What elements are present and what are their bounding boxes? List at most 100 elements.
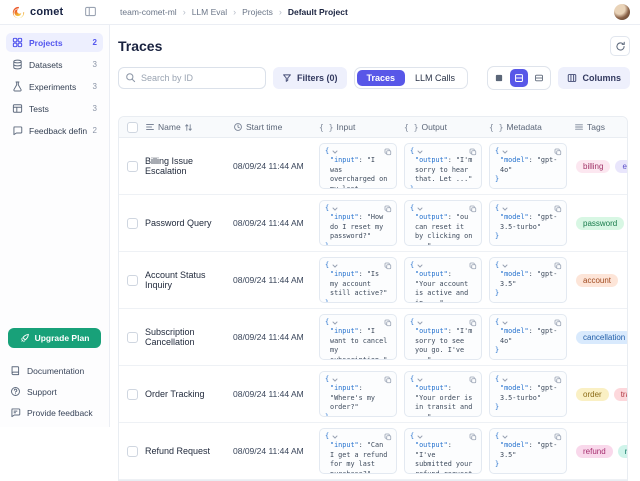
breadcrumb-workspace[interactable]: team-comet-ml [120,7,177,17]
copy-icon[interactable] [554,433,562,441]
output-json-cell[interactable]: { "output": "Your account is active and … [404,257,482,303]
chevron-down-icon[interactable] [331,262,339,270]
row-checkbox[interactable] [127,446,138,457]
chevron-down-icon[interactable] [416,433,424,441]
input-json-cell[interactable]: { "input": "Is my account still active?"… [319,257,397,303]
column-header-input[interactable]: { } Input [319,122,404,132]
metadata-json-cell[interactable]: { "model": "gpt-3.5-turbo" } [489,371,567,417]
breadcrumb-projects[interactable]: Projects [242,7,273,17]
copy-icon[interactable] [469,262,477,270]
chevron-down-icon[interactable] [331,205,339,213]
user-avatar[interactable] [614,4,630,20]
sidebar-link-provide-feedback[interactable]: Provide feedback [6,402,103,423]
column-header-tags[interactable]: Tags [574,122,627,132]
search-input[interactable] [118,67,266,89]
output-json-cell[interactable]: { "output": "I'm sorry to see you go. I'… [404,314,482,360]
sidebar-item-feedback-definitions[interactable]: Feedback definitions 2 [6,121,103,140]
copy-icon[interactable] [384,433,392,441]
copy-icon[interactable] [469,205,477,213]
metadata-json-cell[interactable]: { "model": "gpt-4o" } [489,314,567,360]
tag-badge[interactable]: refund [576,445,613,458]
chevron-down-icon[interactable] [501,433,509,441]
select-all-checkbox[interactable] [127,122,138,133]
sidebar-item-experiments[interactable]: Experiments 3 [6,77,103,96]
row-checkbox[interactable] [127,218,138,229]
metadata-json-cell[interactable]: { "model": "gpt-3.5" } [489,428,567,474]
copy-icon[interactable] [469,148,477,156]
sidebar-item-tests[interactable]: Tests 3 [6,99,103,118]
table-row[interactable]: Billing Issue Escalation 08/09/24 11:44 … [119,138,627,195]
density-compact-button[interactable] [490,69,508,87]
tag-badge[interactable]: order [576,388,609,401]
chevron-down-icon[interactable] [501,262,509,270]
sidebar-collapse-icon[interactable] [84,5,98,19]
copy-icon[interactable] [384,319,392,327]
trace-name[interactable]: Account Status Inquiry [145,270,233,290]
input-json-cell[interactable]: { "input": "I want to cancel my subscrip… [319,314,397,360]
sidebar-link-support[interactable]: Support [6,381,103,402]
filters-button[interactable]: Filters (0) [273,67,347,89]
metadata-json-cell[interactable]: { "model": "gpt-3.5-turbo" } [489,200,567,246]
copy-icon[interactable] [469,319,477,327]
refresh-button[interactable] [610,36,630,56]
copy-icon[interactable] [554,205,562,213]
output-json-cell[interactable]: { "output": "I'm sorry to hear that. Let… [404,143,482,189]
chevron-down-icon[interactable] [501,319,509,327]
sidebar-item-projects[interactable]: Projects 2 [6,33,103,52]
tab-llm-calls[interactable]: LLM Calls [405,70,465,86]
sidebar-link-documentation[interactable]: Documentation [6,360,103,381]
sidebar-item-datasets[interactable]: Datasets 3 [6,55,103,74]
table-row[interactable]: Password Query 08/09/24 11:44 AM { "inpu… [119,195,627,252]
trace-name[interactable]: Refund Request [145,446,233,456]
copy-icon[interactable] [554,319,562,327]
copy-icon[interactable] [469,376,477,384]
chevron-down-icon[interactable] [501,376,509,384]
row-checkbox[interactable] [127,161,138,172]
tag-badge[interactable]: account [576,274,618,287]
input-json-cell[interactable]: { "input": "I was overcharged on my last… [319,143,397,189]
tag-badge[interactable]: cancellation [576,331,627,344]
chevron-down-icon[interactable] [416,205,424,213]
input-json-cell[interactable]: { "input": "Can I get a refund for my la… [319,428,397,474]
breadcrumb-section[interactable]: LLM Eval [192,7,227,17]
chevron-down-icon[interactable] [331,319,339,327]
copy-icon[interactable] [384,262,392,270]
metadata-json-cell[interactable]: { "model": "gpt-4o" } [489,143,567,189]
tag-badge[interactable]: tracking [614,388,627,401]
copy-icon[interactable] [554,376,562,384]
chevron-down-icon[interactable] [331,376,339,384]
chevron-down-icon[interactable] [501,205,509,213]
column-header-start-time[interactable]: Start time [233,122,319,132]
density-tall-button[interactable] [530,69,548,87]
table-row[interactable]: Order Tracking 08/09/24 11:44 AM { "inpu… [119,366,627,423]
column-header-metadata[interactable]: { } Metadata [489,122,574,132]
table-row[interactable]: Account Status Inquiry 08/09/24 11:44 AM… [119,252,627,309]
tag-badge[interactable]: password [576,217,624,230]
chevron-down-icon[interactable] [416,319,424,327]
tag-badge[interactable]: escalation [615,160,627,173]
copy-icon[interactable] [384,376,392,384]
sort-icon[interactable] [184,123,193,132]
tab-traces[interactable]: Traces [357,70,406,86]
chevron-down-icon[interactable] [501,148,509,156]
input-json-cell[interactable]: { "input": "How do I reset my password?"… [319,200,397,246]
trace-name[interactable]: Subscription Cancellation [145,327,233,347]
columns-button[interactable]: Columns [558,67,630,89]
tag-badge[interactable]: request [618,445,627,458]
chevron-down-icon[interactable] [331,148,339,156]
density-default-button[interactable] [510,69,528,87]
tag-badge[interactable]: billing [576,160,610,173]
input-json-cell[interactable]: { "input": "Where's my order?" } [319,371,397,417]
chevron-down-icon[interactable] [416,262,424,270]
row-checkbox[interactable] [127,332,138,343]
copy-icon[interactable] [384,205,392,213]
row-checkbox[interactable] [127,275,138,286]
comet-logo[interactable]: comet [0,6,76,19]
copy-icon[interactable] [554,262,562,270]
column-header-name[interactable]: Name [145,122,233,132]
copy-icon[interactable] [554,148,562,156]
trace-name[interactable]: Order Tracking [145,389,233,399]
metadata-json-cell[interactable]: { "model": "gpt-3.5" } [489,257,567,303]
chevron-down-icon[interactable] [416,376,424,384]
output-json-cell[interactable]: { "output": "ou can reset it by clicking… [404,200,482,246]
